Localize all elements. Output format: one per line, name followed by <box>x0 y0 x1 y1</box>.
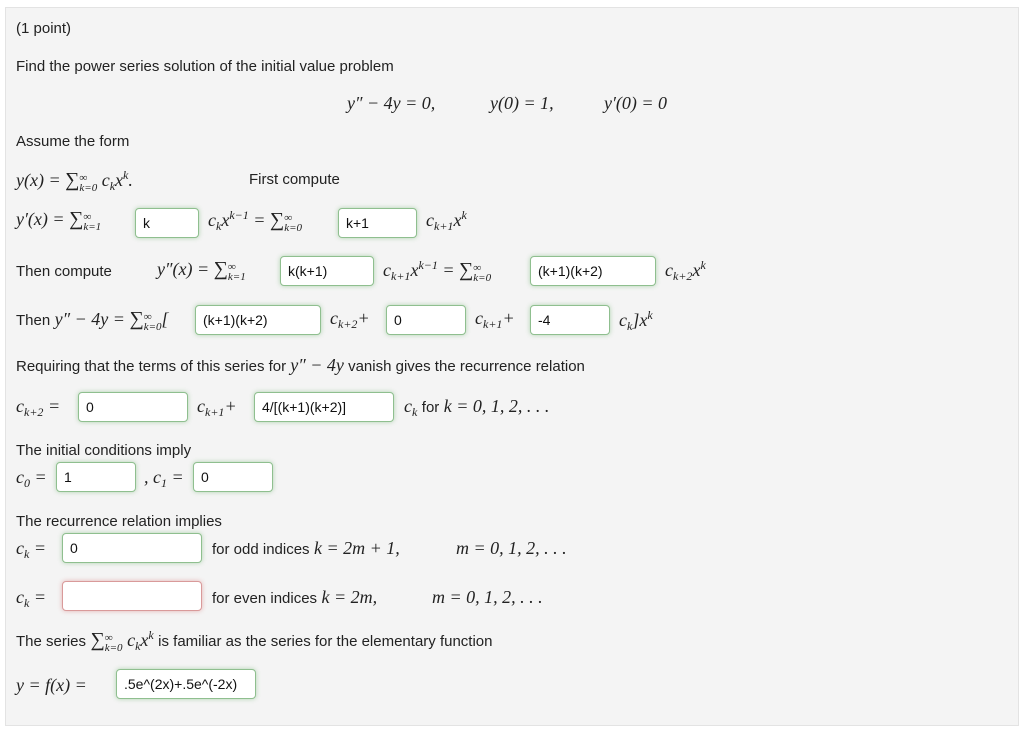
ck-even-label: ck = <box>16 587 46 610</box>
yprime-lhs: y′(x) = ∑ ∞ k=1 <box>16 208 102 233</box>
recurrence-lhs: ck+2 = <box>16 396 61 419</box>
requiring-text: Requiring that the terms of this series … <box>16 355 585 375</box>
series-form: y(x) = ∑ ∞ k=0 ckxk. <box>16 168 133 194</box>
c1-input[interactable] <box>193 462 273 492</box>
recurrence-implies-label: The recurrence relation implies <box>16 513 222 530</box>
ck-odd-input[interactable] <box>62 533 202 563</box>
problem-intro: Find the power series solution of the in… <box>16 58 394 75</box>
odd-indices-text: for odd indices k = 2m + 1, <box>212 538 400 558</box>
yprime-coef2-input[interactable] <box>338 208 417 238</box>
recurrence-ck1-input[interactable] <box>78 392 188 422</box>
ydprime-mid: ck+1xk−1 = ∑ ∞ k=0 <box>383 258 492 284</box>
initial-condition-y: y(0) = 1, <box>490 93 554 113</box>
ydprime-coef2-input[interactable] <box>530 256 656 286</box>
f-x-label: y = f(x) = <box>16 675 87 695</box>
combined-ck1-input[interactable] <box>386 305 466 335</box>
then-label: Then <box>16 312 51 329</box>
f-x-input[interactable] <box>116 669 256 699</box>
combined-ck-input[interactable] <box>530 305 610 335</box>
ck-even-input[interactable] <box>62 581 202 611</box>
ode-equation: y″ − 4y = 0, <box>347 93 436 113</box>
yprime-tail: ck+1xk <box>426 208 467 233</box>
c0-label: c0 = <box>16 467 47 490</box>
even-indices-text: for even indices k = 2m, <box>212 587 378 607</box>
yprime-coef1-input[interactable] <box>135 208 199 238</box>
combined-ck2-input[interactable] <box>195 305 321 335</box>
series-familiar-text: The series ∑ ∞ k=0 ckxk is familiar as the… <box>16 628 493 654</box>
odd-m-range: m = 0, 1, 2, . . . <box>456 538 567 558</box>
first-compute-label: First compute <box>249 171 340 188</box>
then-compute-label: Then compute <box>16 263 112 280</box>
combined-lhs: Then y″ − 4y = ∑ ∞ k=0[ <box>16 308 169 333</box>
combined-tail: ck]xk <box>619 308 653 333</box>
recurrence-tail: ck for k = 0, 1, 2, . . . <box>404 396 550 419</box>
initial-conditions-label: The initial conditions imply <box>16 442 192 459</box>
assume-label: Assume the form <box>16 133 130 150</box>
ydprime-lhs: y″(x) = ∑ ∞ k=1 <box>157 258 246 283</box>
even-m-range: m = 0, 1, 2, . . . <box>432 587 543 607</box>
c1-label: , c1 = <box>144 467 184 490</box>
ck-odd-label: ck = <box>16 538 46 561</box>
ydprime-coef1-input[interactable] <box>280 256 374 286</box>
c0-input[interactable] <box>56 462 136 492</box>
recurrence-ck-input[interactable] <box>254 392 394 422</box>
recurrence-ck1-plus: ck+1+ <box>197 396 237 419</box>
initial-condition-yprime: y′(0) = 0 <box>604 93 668 113</box>
yprime-mid: ckxk−1 = ∑ ∞ k=0 <box>208 208 302 234</box>
ck2-plus: ck+2+ <box>330 308 370 331</box>
ck1-plus: ck+1+ <box>475 308 515 331</box>
ydprime-tail: ck+2xk <box>665 258 706 283</box>
points-label: (1 point) <box>16 20 72 37</box>
